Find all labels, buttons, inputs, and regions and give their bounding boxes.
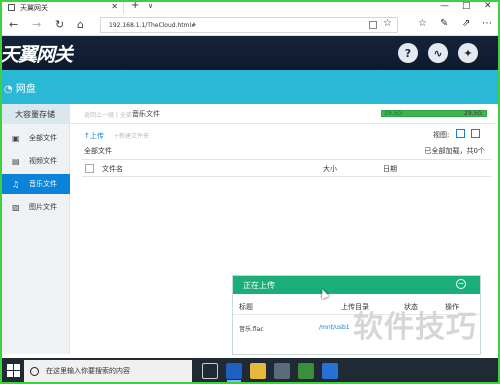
upload-file-name: 音乐.flac [239,326,264,333]
browser-tab[interactable]: 天翼网关 ✕ [4,1,124,14]
close-tab-icon[interactable]: ✕ [111,2,118,11]
sidebar-item-music[interactable]: ♫ 音乐文件 [0,174,70,194]
upload-file-dir: /mnt/usb1 [319,324,350,331]
network-icon[interactable]: ∿ [428,43,448,63]
settings-icon[interactable]: ✦ [458,43,478,63]
file-explorer-icon[interactable] [250,363,266,379]
cube-icon: ▣ [12,133,20,143]
search-placeholder: 在这里输入你要搜索的内容 [46,367,130,375]
task-view-icon[interactable] [202,363,218,379]
new-tab-button[interactable]: + [131,0,139,11]
minimize-button[interactable]: — [440,1,449,11]
film-icon: ▤ [12,156,20,166]
browser-titlebar: 天翼网关 ✕ + ∨ — □ ✕ [0,0,500,14]
watermark: 软件技巧 [353,310,477,345]
url-field[interactable]: 192.168.1.1/TheCloud.html# ☆ [100,17,398,33]
section-bar: ◔ 网盘 [0,70,500,104]
upload-panel-header: 正在上传 − [233,276,480,294]
tab-list-chevron-icon[interactable]: ∨ [148,2,153,10]
taskbar: 在这里输入你要搜索的内容 [0,358,500,384]
notes-pen-icon[interactable]: ✎ [440,18,448,29]
taskbar-search[interactable]: 在这里输入你要搜索的内容 [24,360,192,382]
help-icon[interactable]: ? [398,43,418,63]
maximize-button[interactable]: □ [462,1,471,11]
sidebar-item-all-files[interactable]: ▣ 全部文件 [0,128,70,148]
share-icon[interactable]: ⇗ [462,18,470,29]
forward-button[interactable]: → [32,18,41,31]
grid-view-icon[interactable] [456,129,465,138]
view-label: 视图: [433,131,450,139]
col-title: 标题 [239,303,253,311]
current-folder: 全部文件 [84,147,112,155]
file-table-header: 文件名 大小 日期 [82,159,492,177]
music-icon: ♫ [12,179,20,189]
col-filename[interactable]: 文件名 [102,164,123,174]
refresh-button[interactable]: ↻ [55,18,64,31]
upload-button[interactable]: ↑上传 [84,131,104,141]
favorites-hub-icon[interactable]: ☆ [418,18,427,29]
new-folder-button[interactable]: +新建文件夹 [114,131,149,140]
sidebar-item-video[interactable]: ▤ 视频文件 [0,151,70,171]
cortana-icon [30,366,39,376]
page-icon [8,4,15,11]
usage-total: 29.5G [464,110,483,117]
favorite-star-icon[interactable]: ☆ [383,18,392,29]
edge-browser-icon[interactable] [226,363,242,382]
close-window-button[interactable]: ✕ [484,1,492,11]
app-icon[interactable] [298,363,314,379]
sidebar-item-images[interactable]: ▨ 图片文件 [0,197,70,217]
address-bar-row: ← → ↻ ⌂ 192.168.1.1/TheCloud.html# ☆ ☆ ✎… [0,14,500,36]
image-icon: ▨ [12,202,20,212]
select-all-checkbox[interactable] [85,164,94,173]
app-header: 天翼网关 ? ∿ ✦ [0,36,500,70]
app-logo: 天翼网关 [0,44,73,66]
left-sidebar: 大容量存储 ▣ 全部文件 ▤ 视频文件 ♫ 音乐文件 ▨ 图片文件 [0,104,70,354]
breadcrumb-current: 音乐文件 [132,110,160,118]
usage-used: 29.5G [384,110,403,117]
breadcrumb-bar: 返回上一级 | 全部文件 音乐文件 29.5G 29.5G [70,104,495,124]
cloud-disk-icon: ◔ [4,84,16,95]
more-menu-icon[interactable]: ⋯ [482,18,492,29]
app-icon-2[interactable] [322,363,338,379]
col-size[interactable]: 大小 [323,164,337,174]
windows-start-icon[interactable] [7,364,21,378]
loaded-status: 已全部加载，共0个 [424,147,485,155]
upload-panel-title: 正在上传 [243,281,275,290]
tab-title: 天翼网关 [20,3,48,12]
home-button[interactable]: ⌂ [77,18,84,31]
col-date[interactable]: 日期 [383,164,397,174]
section-title: ◔ 网盘 [4,84,36,95]
reading-view-icon[interactable] [369,21,377,29]
url-text: 192.168.1.1/TheCloud.html# [109,21,197,29]
storage-label: 大容量存储 [0,104,70,124]
minimize-panel-icon[interactable]: − [456,279,466,289]
list-view-icon[interactable] [471,129,480,138]
back-button[interactable]: ← [9,18,18,31]
store-icon[interactable] [274,363,290,379]
